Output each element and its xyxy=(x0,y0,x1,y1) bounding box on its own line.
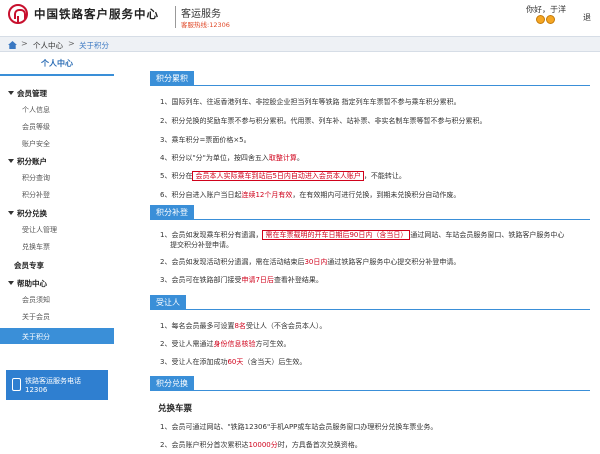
sidebar-title: 个人中心 xyxy=(0,54,114,76)
list-item: 2、积分兑换的奖励车票不参与积分累积。代用票、列车补、站补票、非实名制车票等暂不… xyxy=(160,117,487,125)
sidebar-item-transferee-management[interactable]: 受让人管理 xyxy=(22,225,57,235)
logout-link[interactable]: 退 xyxy=(583,12,591,23)
sidebar-item-member-notice[interactable]: 会员须知 xyxy=(22,295,50,305)
railway-logo-icon[interactable] xyxy=(8,4,28,24)
sidebar-group-member-exclusive[interactable]: 会员专享 xyxy=(14,260,44,271)
list-item: 3、受让人在添加成功60天（含当天）后生效。 xyxy=(160,358,307,366)
highlighted-rule: 会员本人实际乘车到站后5日内自动进入会员本人账户 xyxy=(192,171,364,181)
emphasis-text: 8名 xyxy=(234,322,246,330)
section-tag-points-exchange: 积分兑换 xyxy=(150,376,194,391)
list-item: 3、乘车积分=票面价格×5。 xyxy=(160,136,251,144)
caret-down-icon xyxy=(8,211,14,215)
list-item: 1、每名会员最多可设置8名受让人（不含会员本人）。 xyxy=(160,322,327,330)
emphasis-text: 申请7日后 xyxy=(241,276,274,284)
breadcrumb-personal-center[interactable]: 个人中心 xyxy=(33,40,63,51)
section-divider xyxy=(150,219,590,220)
list-item: 4、积分以"分"为单位，按四舍五入取整计算。 xyxy=(160,154,304,162)
list-item: 1、会员如发现乘车积分有遗漏， 需在车票载明的开车日期后90日内（含当日） 通过网站… xyxy=(160,230,565,240)
caret-down-icon xyxy=(8,91,14,95)
sidebar-item-exchange-tickets[interactable]: 兑换车票 xyxy=(22,242,50,252)
breadcrumb-about-points[interactable]: 关于积分 xyxy=(79,40,109,51)
list-item: 2、会员如发现活动积分遗漏，需在活动结束后30日内通过铁路客户服务中心提交积分补… xyxy=(160,258,461,266)
avatar-icon xyxy=(536,15,545,24)
list-item: 5、积分在 会员本人实际乘车到站后5日内自动进入会员本人账户 ，不能转让。 xyxy=(160,171,406,181)
list-item: 1、国际列车、往返香港列车、非控股企业担当列车等铁路 指定列车车票暂不参与乘车积… xyxy=(160,98,461,106)
list-item: 2、会员账户积分首次累积达10000分时，方具备首次兑换资格。 xyxy=(160,441,362,449)
sidebar-item-about-members[interactable]: 关于会员 xyxy=(22,312,50,322)
home-icon[interactable] xyxy=(8,41,17,49)
emphasis-text: 30日内 xyxy=(304,258,328,266)
service-name: 客运服务 xyxy=(181,9,221,20)
subheading-exchange-tickets: 兑换车票 xyxy=(158,404,193,414)
caret-down-icon xyxy=(8,281,14,285)
section-tag-transferee: 受让人 xyxy=(150,295,186,310)
sidebar-item-points-query[interactable]: 积分查询 xyxy=(22,173,50,183)
header-divider xyxy=(175,6,176,28)
section-tag-points-accumulation: 积分累积 xyxy=(150,71,194,86)
main-content: 积分累积 1、国际列车、往返香港列车、非控股企业担当列车等铁路 指定列车车票暂不… xyxy=(120,52,600,454)
section-divider xyxy=(150,390,590,391)
site-title[interactable]: 中国铁路客户服务中心 xyxy=(34,6,159,22)
sidebar-group-help-center[interactable]: 帮助中心 xyxy=(8,278,47,289)
sidebar-group-member-management[interactable]: 会员管理 xyxy=(8,88,47,99)
breadcrumb-separator: > xyxy=(21,39,28,48)
section-divider xyxy=(150,309,590,310)
breadcrumb-separator: > xyxy=(68,39,75,48)
hotline-number: 12306 xyxy=(25,386,48,394)
sidebar: 个人中心 会员管理 个人信息 会员等级 账户安全 积分账户 积分查询 积分补登 … xyxy=(0,52,114,454)
emphasis-text: 60天 xyxy=(227,358,244,366)
list-item: 1、会员可通过网站、"铁路12306"手机APP或车站会员服务窗口办理积分兑换车… xyxy=(160,423,438,431)
emphasis-text: 取整计算 xyxy=(268,154,297,162)
sidebar-group-points-account[interactable]: 积分账户 xyxy=(8,156,47,167)
emphasis-text: 身份信息核验 xyxy=(213,340,256,348)
service-hotline: 客服热线:12306 xyxy=(181,21,230,29)
section-tag-points-supplement: 积分补登 xyxy=(150,205,194,220)
list-item-continuation: 提交积分补登申请。 xyxy=(170,241,233,249)
user-greeting[interactable]: 你好，于洋 xyxy=(526,4,566,15)
highlighted-rule: 需在车票载明的开车日期后90日内（含当日） xyxy=(262,230,411,240)
sidebar-item-about-points[interactable]: 关于积分 xyxy=(0,328,114,344)
list-item: 3、会员可在铁路部门接受申请7日后查看补登结果。 xyxy=(160,276,323,284)
hotline-label: 铁路客运服务电话 xyxy=(25,377,81,385)
sidebar-item-personal-info[interactable]: 个人信息 xyxy=(22,105,50,115)
breadcrumb: > 个人中心 > 关于积分 xyxy=(0,36,600,52)
site-header: 中国铁路客户服务中心 客运服务 客服热线:12306 你好，于洋 退 xyxy=(0,0,600,34)
sidebar-item-member-level[interactable]: 会员等级 xyxy=(22,122,50,132)
sidebar-group-points-exchange[interactable]: 积分兑换 xyxy=(8,208,47,219)
section-divider xyxy=(150,85,590,86)
emphasis-text: 连续12个月有效 xyxy=(241,191,293,199)
phone-icon xyxy=(12,378,21,391)
caret-down-icon xyxy=(8,159,14,163)
hotline-box: 铁路客运服务电话 12306 xyxy=(6,370,108,400)
sidebar-item-account-security[interactable]: 账户安全 xyxy=(22,139,50,149)
sidebar-item-points-supplement[interactable]: 积分补登 xyxy=(22,190,50,200)
emphasis-text: 10000分 xyxy=(248,441,278,449)
list-item: 2、受让人需通过身份信息核验方可生效。 xyxy=(160,340,291,348)
avatar-icon xyxy=(546,15,555,24)
user-avatar[interactable] xyxy=(536,15,556,25)
list-item: 6、积分自进入账户当日起连续12个月有效，在有效期内可进行兑换，到期未兑换积分自… xyxy=(160,191,461,199)
